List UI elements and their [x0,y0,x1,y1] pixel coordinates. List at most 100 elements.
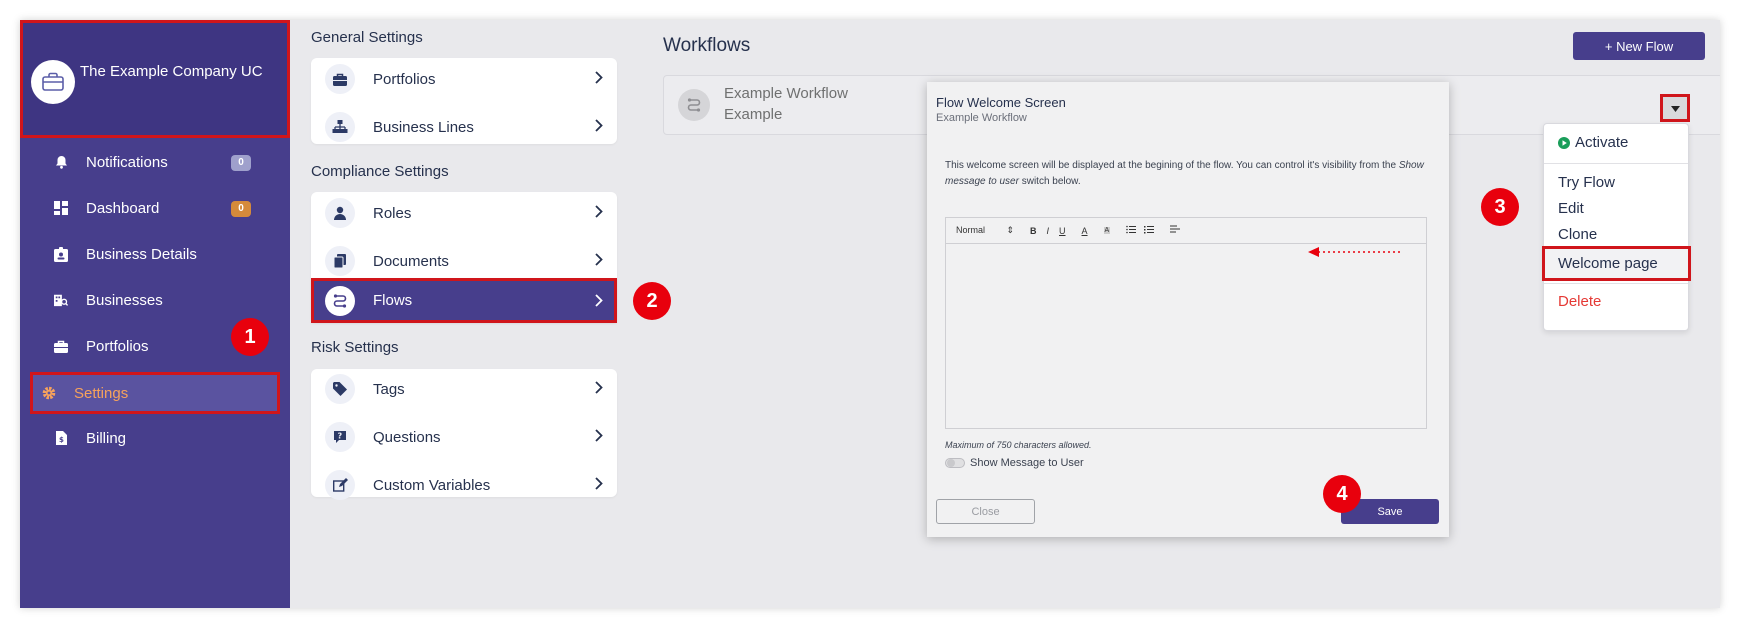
settings-item-flows[interactable]: Flows [311,278,617,323]
align-icon[interactable] [1170,225,1181,236]
sidebar-item-label: Settings [74,384,129,402]
bullet-list-icon[interactable] [1144,225,1155,236]
format-select[interactable]: Normal ⇕ [956,225,1014,236]
menu-item-try-flow[interactable]: Try Flow [1558,174,1615,191]
settings-item-label: Custom Variables [373,476,491,494]
flow-route-icon [678,89,710,121]
settings-item-label: Portfolios [373,70,436,88]
switch-label: Show Message to User [970,457,1084,469]
toggle-knob [947,459,955,467]
close-button[interactable]: Close [936,499,1035,524]
menu-item-clone[interactable]: Clone [1558,226,1597,243]
chevron-right-icon [595,253,603,270]
character-limit-hint: Maximum of 750 characters allowed. [945,440,1092,450]
modal-title: Flow Welcome Screen [936,95,1066,110]
sidebar-item-notifications[interactable]: Notifications 0 [30,141,280,183]
menu-divider [1544,283,1688,284]
font-color-button[interactable]: A [1082,226,1088,236]
org-chart-icon [325,112,355,142]
workflow-actions-dropdown-toggle[interactable] [1660,94,1690,122]
user-icon [325,198,355,228]
settings-item-questions[interactable]: ? Questions [311,413,617,461]
menu-item-label: Welcome page [1558,255,1658,272]
briefcase-icon [325,64,355,94]
page-title: Workflows [663,35,751,56]
sidebar-item-business-details[interactable]: Business Details [30,233,280,275]
tag-icon [325,374,355,404]
step-callout-3: 3 [1481,188,1519,226]
settings-item-custom-variables[interactable]: Custom Variables [311,461,617,509]
workflow-subtitle: Example [724,106,783,123]
dotted-arrow-icon [1308,247,1401,257]
chevron-right-icon [595,429,603,446]
chevron-right-icon [595,71,603,88]
settings-item-label: Business Lines [373,118,474,136]
highlight-button[interactable]: A [1103,227,1111,234]
chevron-right-icon [595,381,603,398]
settings-item-tags[interactable]: Tags [311,365,617,413]
description-text: switch below. [1018,176,1081,187]
format-select-value: Normal [956,225,986,235]
general-settings-card: Portfolios Business Lines [311,58,617,144]
menu-item-activate[interactable]: Activate [1558,134,1628,151]
menu-divider [1544,163,1688,164]
invoice-icon: $ [54,431,68,445]
sidebar-item-dashboard[interactable]: Dashboard 0 [30,187,280,229]
step-callout-2: 2 [633,282,671,320]
bell-icon [54,155,68,169]
sidebar-item-businesses[interactable]: Businesses [30,279,280,321]
step-callout-1: 1 [231,318,269,356]
menu-item-label: Activate [1575,134,1629,151]
workflow-name: Example Workflow [724,85,848,102]
sidebar-item-label: Dashboard [86,199,160,217]
id-card-icon [54,246,68,262]
briefcase-icon [54,339,68,353]
modal-subtitle: Example Workflow [936,112,1027,124]
select-arrows-icon: ⇕ [1006,225,1014,235]
general-settings-title: General Settings [311,29,423,46]
flow-route-icon [325,285,355,316]
gear-icon [42,386,56,400]
sidebar-item-label: Business Details [86,245,197,263]
caret-down-icon [1670,99,1680,117]
modal-description: This welcome screen will be displayed at… [945,158,1425,190]
notifications-count-badge: 0 [231,155,251,171]
menu-item-edit[interactable]: Edit [1558,200,1584,217]
ordered-list-icon[interactable] [1126,225,1137,236]
sidebar-item-settings[interactable]: Settings [30,372,280,414]
app-window: The Example Company UC Notifications 0 D… [20,20,1720,608]
compliance-settings-title: Compliance Settings [311,163,449,180]
play-circle-icon [1558,136,1570,149]
editor-toolbar: Normal ⇕ B I U A A [946,218,1426,244]
sidebar-item-label: Billing [86,429,127,447]
sidebar-item-label: Notifications [86,153,168,171]
description-text: This welcome screen will be displayed at… [945,160,1399,171]
new-flow-button[interactable]: + New Flow [1573,32,1705,60]
settings-item-label: Flows [373,292,413,309]
menu-item-welcome-page[interactable]: Welcome page [1542,246,1691,281]
chevron-right-icon [595,205,603,222]
svg-text:$: $ [59,436,64,444]
bold-button[interactable]: B [1030,226,1037,236]
italic-button[interactable]: I [1047,226,1050,236]
sidebar-item-billing[interactable]: $ Billing [30,417,280,459]
sidebar: The Example Company UC Notifications 0 D… [20,20,290,608]
show-message-toggle[interactable] [945,458,965,468]
risk-settings-title: Risk Settings [311,339,399,356]
sidebar-item-label: Businesses [86,291,163,309]
show-message-switch-row: Show Message to User [945,457,1084,469]
risk-settings-card: Tags ? Questions Custom Variables [311,369,617,500]
dashboard-count-badge: 0 [231,201,251,217]
settings-item-roles[interactable]: Roles [311,192,617,237]
settings-item-portfolios[interactable]: Portfolios [311,55,617,103]
company-name: The Example Company UC [80,63,263,80]
question-icon: ? [325,422,355,452]
workflow-actions-menu: Activate Try Flow Edit Clone Welcome pag… [1542,123,1691,331]
settings-item-business-lines[interactable]: Business Lines [311,103,617,151]
settings-item-label: Questions [373,428,441,446]
menu-item-delete[interactable]: Delete [1558,293,1601,310]
sidebar-item-label: Portfolios [86,337,149,355]
underline-button[interactable]: U [1059,226,1066,236]
settings-item-label: Tags [373,380,405,398]
company-header[interactable]: The Example Company UC [20,20,290,138]
